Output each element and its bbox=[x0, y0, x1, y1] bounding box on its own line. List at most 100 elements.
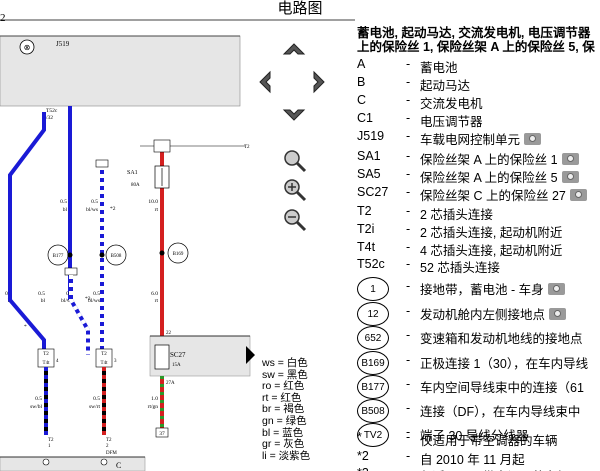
diagram-label: C bbox=[116, 461, 121, 470]
wire-blue-left-diag bbox=[8, 112, 46, 285]
diagram-label: 3 bbox=[114, 359, 117, 364]
diagram-label: 37 bbox=[159, 431, 165, 437]
diagram-label: rt bbox=[155, 207, 159, 213]
legend-description: 电压调节器 bbox=[420, 111, 483, 130]
legend-dash: - bbox=[406, 401, 411, 415]
legend-dash: - bbox=[406, 328, 411, 342]
legend-dash: - bbox=[406, 449, 411, 463]
diagram-label: 15A bbox=[172, 363, 181, 368]
legend-dash: - bbox=[406, 75, 411, 89]
j519-label: J519 bbox=[56, 40, 70, 48]
legend-description-text: 车内空间导线束中的连接（61 bbox=[420, 381, 584, 395]
diagram-label: bl bbox=[41, 298, 46, 304]
pan-up-icon[interactable] bbox=[282, 43, 306, 55]
legend-dash: - bbox=[406, 304, 411, 318]
diagram-label: T2 bbox=[101, 352, 107, 357]
diagram-label: bl bbox=[63, 207, 68, 213]
ground-point-symbol: B177 bbox=[357, 375, 389, 399]
diagram-label: rt/gn bbox=[148, 404, 159, 410]
note-text: 仅适用于带空调器的车辆 bbox=[420, 434, 558, 448]
diagram-label: 1.0 bbox=[151, 396, 158, 402]
legend-dash: - bbox=[406, 111, 411, 125]
legend-description: 接地带，蓄电池 - 车身 bbox=[420, 279, 565, 298]
diagram-label: ⊗ bbox=[24, 43, 31, 52]
diagram-label: T4t bbox=[43, 361, 51, 366]
connector-top-small bbox=[95, 159, 109, 168]
diagram-label: sw/rt bbox=[89, 404, 100, 410]
legend-description-text: 正极连接 1（30），在车内导线 bbox=[420, 357, 589, 371]
diagram-label: 0.5 bbox=[91, 199, 98, 205]
camera-icon[interactable] bbox=[561, 153, 579, 165]
legend-heading-line1: 蓄电池, 起动马达, 交流发电机, 电压调节器 bbox=[357, 26, 591, 40]
legend-dash: - bbox=[406, 466, 410, 471]
legend-description-text: 接地带，蓄电池 - 车身 bbox=[420, 283, 544, 297]
legend-heading-line2: 上的保险丝 1, 保险丝架 A 上的保险丝 5, 保 bbox=[357, 40, 595, 54]
legend-dash: - bbox=[406, 279, 411, 293]
diagram-label: B177 bbox=[53, 254, 64, 259]
ground-point-symbol: B508 bbox=[357, 399, 389, 423]
legend-code: T2i bbox=[357, 222, 375, 236]
diagram-label: 80A bbox=[131, 183, 140, 188]
legend-code: B bbox=[357, 75, 366, 89]
legend-description: 2 芯插头连接 bbox=[420, 204, 493, 223]
wire-color-item: gn = 绿色 bbox=[262, 414, 307, 427]
legend-code: C bbox=[357, 93, 367, 107]
diagram-label: T4t bbox=[101, 361, 109, 366]
legend-dash: - bbox=[406, 204, 411, 218]
zoom-fit-icon[interactable] bbox=[282, 148, 308, 174]
diagram-label: 0.5 bbox=[38, 291, 45, 297]
legend-description-text: 保险丝架 A 上的保险丝 1 bbox=[420, 153, 558, 167]
legend-description-text: 连接（DF），在车内导线束中 bbox=[420, 405, 581, 419]
legend-description: 2 芯插头连接, 起动机附近 bbox=[420, 222, 562, 241]
legend-dash: - bbox=[406, 93, 411, 107]
legend-description: 车内空间导线束中的连接（61 bbox=[420, 377, 584, 396]
note-marker: *2 bbox=[357, 449, 369, 463]
camera-icon[interactable] bbox=[569, 189, 587, 201]
wire-color-item: li = 淡紫色 bbox=[262, 449, 311, 462]
legend-dash: - bbox=[406, 353, 411, 367]
legend-code: T52c bbox=[357, 257, 385, 271]
zoom-in-icon[interactable] bbox=[282, 177, 308, 203]
legend-code: T4t bbox=[357, 240, 376, 254]
legend-dash: - bbox=[406, 240, 411, 254]
camera-icon[interactable] bbox=[549, 308, 567, 320]
legend-description-text: 车载电网控制单元 bbox=[420, 133, 521, 147]
diagram-label: rt bbox=[155, 298, 159, 304]
generator-c-box bbox=[0, 456, 146, 471]
ground-point-symbol: 1 bbox=[357, 277, 389, 301]
note-marker: * bbox=[357, 430, 362, 444]
wire-color-key: ws = 白色 sw = 黑色 ro = 红色 rt = 红色 br = 褐色 … bbox=[262, 357, 311, 462]
legend-description: 交流发电机 bbox=[420, 93, 483, 112]
note-marker: *3 bbox=[357, 466, 369, 471]
diagram-label: T2 bbox=[48, 438, 54, 443]
pan-left-icon[interactable] bbox=[259, 70, 271, 94]
diagram-label: sw/bl bbox=[30, 404, 42, 410]
diagram-label: *2 bbox=[110, 206, 116, 212]
legend-description: 保险丝架 A 上的保险丝 5 bbox=[420, 167, 579, 186]
legend-description: 起动马达 bbox=[420, 75, 470, 94]
note-text: 仅适用于不带空调器的车辆 bbox=[420, 466, 570, 471]
legend-description: 保险丝架 C 上的保险丝 27 bbox=[420, 185, 587, 204]
fuse-sc27 bbox=[154, 344, 170, 370]
diagram-label: B169 bbox=[173, 252, 184, 257]
diagram-label: 0.5 bbox=[35, 396, 42, 402]
legend-description: 保险丝架 A 上的保险丝 1 bbox=[420, 149, 579, 168]
connector-top-red bbox=[153, 139, 171, 153]
zoom-out-icon[interactable] bbox=[282, 207, 308, 233]
legend-dash: - bbox=[406, 377, 411, 391]
legend-description-text: 电压调节器 bbox=[420, 115, 483, 129]
camera-icon[interactable] bbox=[561, 171, 579, 183]
legend-code: T2 bbox=[357, 204, 372, 218]
diagram-label: T2 bbox=[43, 352, 49, 357]
camera-icon[interactable] bbox=[547, 283, 565, 295]
diagram-label: 27A bbox=[166, 381, 175, 386]
legend-description-text: 发动机舱内左侧接地点 bbox=[420, 308, 546, 322]
diagram-label: T2 bbox=[244, 145, 250, 150]
camera-icon[interactable] bbox=[524, 133, 542, 145]
ground-point-symbol: 12 bbox=[357, 302, 389, 326]
pan-right-icon[interactable] bbox=[313, 70, 325, 94]
pan-down-icon[interactable] bbox=[282, 109, 306, 121]
expand-arrow-icon[interactable] bbox=[246, 346, 255, 364]
legend-description-text: 起动马达 bbox=[420, 79, 471, 93]
diagram-label: /32 bbox=[46, 115, 53, 121]
